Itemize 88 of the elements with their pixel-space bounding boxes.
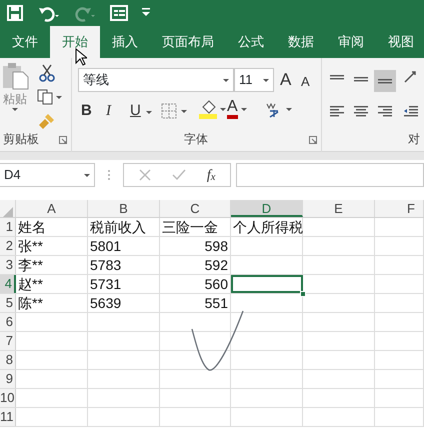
row-header[interactable]: 4 [0,275,16,293]
caret-icon [181,110,187,112]
ribbon-tab[interactable]: 视图 [376,26,424,58]
column-header[interactable]: A [16,200,88,217]
formula-input[interactable] [236,163,424,187]
cell-text: 560 [160,275,231,293]
row-header[interactable]: 2 [0,237,16,255]
caret-icon [56,96,62,98]
ribbon-tab[interactable]: 公式 [226,26,276,58]
row-header[interactable]: 7 [0,332,16,350]
ribbon-tab[interactable]: 插入 [100,26,150,58]
align-middle-icon [353,76,369,82]
cell-text: 李** [16,256,88,274]
cell-text: 个人所得税 [231,218,303,236]
dialog-launcher-icon[interactable] [59,136,67,144]
scissors-icon [39,64,55,82]
align-center-icon [353,106,369,116]
caret-icon [220,108,226,110]
cell-text: 5801 [88,237,160,255]
ribbon-tab[interactable]: 页面布局 [150,26,226,58]
caret-icon [12,108,18,111]
grow-font-button[interactable]: A [277,69,294,91]
ribbon-tab[interactable]: 审阅 [326,26,376,58]
align-bottom-button[interactable] [374,70,396,92]
orientation-icon [403,70,419,84]
cell-text: 592 [160,256,231,274]
group-label: 字体 [184,131,208,148]
row-header[interactable]: 8 [0,351,16,369]
cell-text: 税前收入 [88,218,160,236]
caret-icon [223,78,229,82]
caret-icon [240,108,247,110]
check-icon [172,169,186,181]
column-header[interactable]: F [375,200,424,217]
brush-icon [39,113,55,129]
cell-text: 姓名 [16,218,88,236]
cell-text: 5731 [88,275,160,293]
fill-color-button[interactable] [196,98,229,120]
close-icon [138,169,151,181]
dialog-launcher-icon[interactable] [309,136,317,144]
row-header[interactable]: 5 [0,294,16,312]
drag-handle-icon [107,169,111,181]
align-left-icon [329,106,345,116]
group-label: 对 [408,131,420,148]
bold-button[interactable]: B [78,100,95,122]
name-box[interactable]: D4 [0,163,95,187]
align-top-icon [329,74,345,80]
cell-text: 5783 [88,256,160,274]
ribbon-tab[interactable]: 开始 [50,26,100,58]
select-all-icon [2,206,12,217]
row-header[interactable]: 9 [0,370,16,388]
caret-icon [84,174,90,176]
font-name-field[interactable]: 等线 [78,68,234,92]
ribbon-tab[interactable]: 数据 [276,26,326,58]
cell-text: 551 [160,294,231,312]
form-icon[interactable] [110,4,128,22]
copy-icon [37,89,53,105]
ribbon-tab[interactable]: 文件 [0,26,50,58]
shrink-font-button[interactable]: A [298,71,313,93]
save-icon[interactable] [6,4,24,22]
paint-bucket-icon [199,99,217,119]
decrease-indent-icon [403,106,419,116]
cell-text: 598 [160,237,231,255]
cell-text: 5639 [88,294,160,312]
column-header[interactable]: D [231,200,303,217]
caret-icon [146,111,152,114]
borders-icon [161,103,177,119]
row-header[interactable]: 11 [0,408,16,426]
row-header[interactable]: 3 [0,256,16,274]
caret-icon [263,78,269,82]
cell-text: 三险一金 [160,218,231,236]
cell-text: 张** [16,237,88,255]
align-right-icon [377,106,393,116]
row-header[interactable]: 1 [0,218,16,236]
column-header[interactable]: E [303,200,375,217]
insert-function-button[interactable]: f$_{x}$ [204,164,218,186]
font-color-button[interactable]: A [224,98,250,120]
align-bottom-icon [377,78,393,84]
font-size-field[interactable]: 11 [234,68,274,92]
row-header[interactable]: 6 [0,313,16,331]
caret-icon [286,108,292,110]
cell-text: 陈** [16,294,88,312]
cell-text: 赵** [16,275,88,293]
fill-handle[interactable] [300,291,306,297]
italic-button[interactable]: I [103,100,114,122]
group-label: 剪贴板 [3,131,39,148]
row-header[interactable]: 10 [0,389,16,407]
underline-button[interactable]: U [127,100,144,122]
column-header[interactable]: B [88,200,160,217]
